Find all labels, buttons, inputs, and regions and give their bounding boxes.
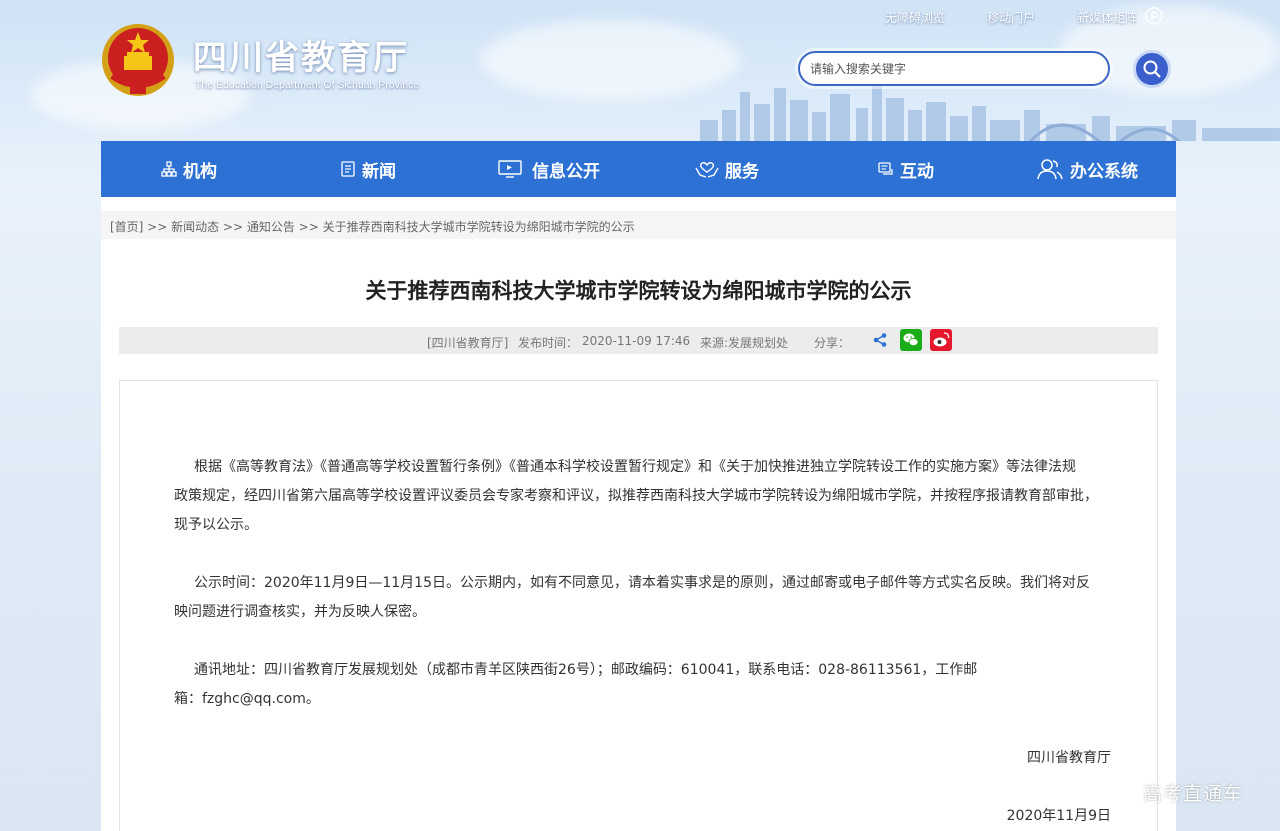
nav-item-service[interactable]: 服务 — [695, 141, 759, 197]
site-header: 四川省教育厅 The Education Department Of Sichu… — [0, 0, 1280, 141]
nav-label: 互动 — [900, 161, 934, 182]
paragraph-line: 箱：fzghc@qq.com。 — [174, 691, 320, 707]
article-meta-bar: [四川省教育厅] 发布时间： 2020-11-09 17:46 来源:发展规划处… — [119, 327, 1158, 354]
article-paragraph: 通讯地址：四川省教育厅发展规划处（成都市青羊区陕西街26号）；邮政编码：6100… — [174, 656, 1114, 714]
article-origin: 来源:发展规划处 — [700, 336, 789, 350]
article-paragraph: 根据《高等教育法》《普通高等学校设置暂行条例》《普通本科学校设置暂行规定》和《关… — [174, 453, 1114, 540]
org-icon — [161, 161, 177, 177]
national-emblem-logo — [102, 24, 174, 96]
breadcrumb[interactable]: [首页] >> 新闻动态 >> 通知公告 >> 关于推荐西南科技大学城市学院转设… — [101, 211, 1176, 239]
content-panel: [首页] >> 新闻动态 >> 通知公告 >> 关于推荐西南科技大学城市学院转设… — [101, 197, 1176, 831]
nav-item-office-system[interactable]: 办公系统 — [1037, 141, 1138, 197]
paragraph-line: 映问题进行调查核实，并为反映人保密。 — [174, 604, 426, 620]
search-box — [798, 51, 1110, 86]
news-icon — [341, 161, 355, 177]
nav-label: 机构 — [183, 161, 217, 182]
search-icon — [1143, 60, 1161, 78]
site-title: 四川省教育厅 — [193, 38, 409, 78]
publish-label: 发布时间： — [518, 336, 579, 350]
paragraph-line: 通讯地址：四川省教育厅发展规划处（成都市青羊区陕西街26号）；邮政编码：6100… — [194, 662, 978, 678]
site-subtitle: The Education Department Of Sichuan Prov… — [195, 79, 420, 91]
signature-date: 2020年11月9日 — [1006, 808, 1111, 824]
service-hands-icon — [695, 162, 719, 178]
paragraph-line: 政策规定，经四川省第六届高等学校设置评议委员会专家考察和评议，拟推荐西南科技大学… — [174, 488, 1098, 504]
article-title: 关于推荐西南科技大学城市学院转设为绵阳城市学院的公示 — [365, 279, 912, 303]
search-button[interactable] — [1133, 50, 1171, 88]
main-nav: 机构 新闻 信息公开 服务 互动 办公系统 — [101, 141, 1176, 197]
paragraph-line: 公示时间：2020年11月9日—11月15日。公示期内，如有不同意见，请本着实事… — [194, 575, 1090, 591]
users-icon — [1037, 159, 1063, 180]
city-skyline-illustration — [700, 84, 1280, 141]
nav-label: 办公系统 — [1070, 161, 1138, 182]
nav-item-interaction[interactable]: 互动 — [877, 141, 934, 197]
mobile-portal-link[interactable]: 移动门户 — [987, 9, 1035, 26]
signature: 四川省教育厅 — [1027, 750, 1111, 766]
share-icon[interactable] — [872, 332, 888, 351]
chat-icon — [878, 161, 893, 175]
nav-item-news[interactable]: 新闻 — [340, 141, 396, 197]
watermark-text: 高考直通车 — [1143, 783, 1244, 805]
new-media-matrix-link[interactable]: 新媒体矩阵 — [1077, 9, 1137, 26]
nav-item-org[interactable]: 机构 — [161, 141, 217, 197]
new-media-icon[interactable] — [1145, 7, 1163, 29]
nav-item-info-disclosure[interactable]: 信息公开 — [498, 141, 600, 197]
nav-label: 信息公开 — [532, 161, 600, 182]
paragraph-line: 根据《高等教育法》《普通高等学校设置暂行条例》《普通本科学校设置暂行规定》和《关… — [194, 459, 1076, 475]
monitor-icon — [498, 160, 522, 178]
source-tag: [四川省教育厅] — [427, 336, 509, 350]
nav-label: 新闻 — [362, 161, 396, 182]
share-label: 分享： — [814, 336, 851, 350]
publish-time: 2020-11-09 17:46 — [582, 334, 691, 348]
nav-label: 服务 — [725, 161, 759, 182]
article-paragraph: 公示时间：2020年11月9日—11月15日。公示期内，如有不同意见，请本着实事… — [174, 569, 1114, 627]
accessibility-link[interactable]: 无障碍浏览 — [885, 9, 945, 26]
article-body: 根据《高等教育法》《普通高等学校设置暂行条例》《普通本科学校设置暂行规定》和《关… — [119, 380, 1158, 831]
paragraph-line: 现予以公示。 — [174, 517, 258, 533]
weibo-share-icon[interactable] — [930, 329, 952, 354]
search-input[interactable] — [800, 53, 1108, 84]
wechat-share-icon[interactable] — [900, 329, 922, 354]
